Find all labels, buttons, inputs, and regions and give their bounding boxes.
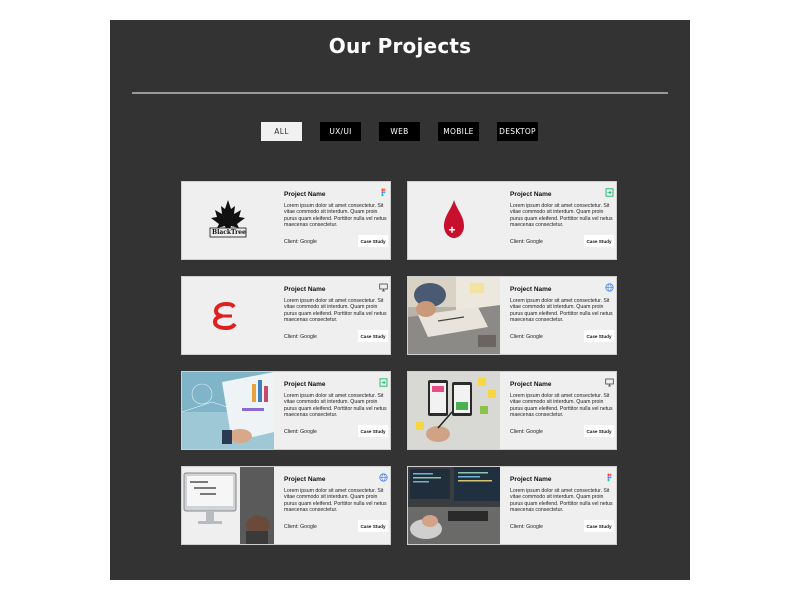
project-description: Lorem ipsum dolor sit amet consectetur. …: [510, 298, 613, 324]
project-description: Lorem ipsum dolor sit amet consectetur. …: [510, 488, 613, 514]
wireframe-photo: [408, 372, 500, 449]
project-client: Client: Google: [510, 429, 543, 435]
case-study-button[interactable]: Case Study: [358, 425, 388, 437]
project-name: Project Name: [510, 191, 552, 198]
desktop-icon: [605, 378, 614, 387]
project-card[interactable]: Project Name Lorem ipsum dolor sit amet …: [181, 371, 391, 450]
desktop-photo: [182, 467, 274, 544]
project-description: Lorem ipsum dolor sit amet consectetur. …: [284, 488, 387, 514]
case-study-button[interactable]: Case Study: [584, 425, 614, 437]
project-card[interactable]: Project Name Lorem ipsum dolor sit amet …: [407, 371, 617, 450]
mobile-icon: [379, 378, 388, 387]
project-description: Lorem ipsum dolor sit amet consectetur. …: [284, 298, 387, 324]
project-card[interactable]: Project Name Lorem ipsum dolor sit amet …: [181, 276, 391, 355]
mobile-icon: [605, 188, 614, 197]
project-description: Lorem ipsum dolor sit amet consectetur. …: [510, 203, 613, 229]
project-client: Client: Google: [510, 524, 543, 530]
case-study-button[interactable]: Case Study: [358, 520, 388, 532]
project-name: Project Name: [284, 381, 326, 388]
figma-icon: [381, 188, 386, 197]
project-client: Client: Google: [284, 524, 317, 530]
project-name: Project Name: [510, 476, 552, 483]
desktop-icon: [379, 283, 388, 292]
planning-photo: [408, 277, 500, 354]
blacktree-logo: BlackTree: [182, 182, 274, 259]
project-client: Client: Google: [284, 239, 317, 245]
project-client: Client: Google: [284, 334, 317, 340]
case-study-button[interactable]: Case Study: [584, 520, 614, 532]
logo-text: BlackTree: [212, 229, 246, 236]
globe-icon: [379, 473, 388, 482]
blood-drop-logo: [408, 182, 500, 259]
project-name: Project Name: [284, 286, 326, 293]
page-title: Our Projects: [328, 34, 472, 58]
project-card[interactable]: Project Name Lorem ipsum dolor sit amet …: [407, 181, 617, 260]
filter-uxui-button[interactable]: UX/UI: [320, 122, 361, 141]
case-study-button[interactable]: Case Study: [358, 235, 388, 247]
project-name: Project Name: [510, 286, 552, 293]
project-card[interactable]: Project Name Lorem ipsum dolor sit amet …: [407, 466, 617, 545]
case-study-button[interactable]: Case Study: [584, 235, 614, 247]
charts-photo: [182, 372, 274, 449]
globe-icon: [605, 283, 614, 292]
e-logo: [182, 277, 274, 354]
filter-mobile-button[interactable]: MOBILE: [438, 122, 479, 141]
filter-bar: ALL UX/UI WEB MOBILE DESKTOP: [110, 122, 690, 142]
coding-photo: [408, 467, 500, 544]
filter-all-button[interactable]: ALL: [261, 122, 302, 141]
project-card[interactable]: Project Name Lorem ipsum dolor sit amet …: [407, 276, 617, 355]
title-divider: [132, 92, 668, 94]
case-study-button[interactable]: Case Study: [358, 330, 388, 342]
project-description: Lorem ipsum dolor sit amet consectetur. …: [284, 393, 387, 419]
figma-icon: [607, 473, 612, 482]
filter-web-button[interactable]: WEB: [379, 122, 420, 141]
project-card[interactable]: Project Name Lorem ipsum dolor sit amet …: [181, 466, 391, 545]
project-name: Project Name: [510, 381, 552, 388]
project-description: Lorem ipsum dolor sit amet consectetur. …: [510, 393, 613, 419]
project-name: Project Name: [284, 191, 326, 198]
project-card[interactable]: BlackTree Project Name Lorem ipsum dolor…: [181, 181, 391, 260]
filter-desktop-button[interactable]: DESKTOP: [497, 122, 538, 141]
project-name: Project Name: [284, 476, 326, 483]
project-description: Lorem ipsum dolor sit amet consectetur. …: [284, 203, 387, 229]
case-study-button[interactable]: Case Study: [584, 330, 614, 342]
project-client: Client: Google: [510, 334, 543, 340]
project-client: Client: Google: [510, 239, 543, 245]
project-client: Client: Google: [284, 429, 317, 435]
